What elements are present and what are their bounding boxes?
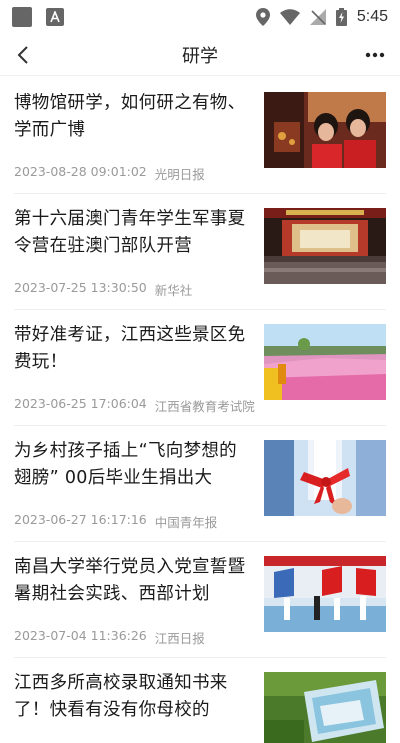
admission-letter-photo [264, 672, 386, 743]
article-title: 第十六届澳门青年学生军事夏令营在驻澳门部队开营 [14, 209, 246, 256]
back-button[interactable] [8, 40, 38, 70]
page-title: 研学 [182, 45, 218, 67]
app-bar: 研学 [0, 34, 400, 76]
article-meta: 2023-06-27 16:17:16 中国青年报 [14, 512, 217, 531]
notification-icon [12, 7, 32, 27]
flag-ceremony-photo [264, 556, 386, 632]
article-title: 博物馆研学，如何研之有物、学而广博 [14, 93, 246, 140]
article-title: 南昌大学举行党员入党宣誓暨暑期社会实践、西部计划 [14, 557, 246, 604]
museum-visit-photo [264, 92, 386, 168]
article-title: 为乡村孩子插上“飞向梦想的翅膀” 00后毕业生捐出大 [14, 441, 237, 488]
more-button[interactable] [360, 40, 390, 70]
article-time: 2023-07-04 11:36:26 [14, 628, 147, 643]
article-meta: 2023-06-25 17:06:04 江西省教育考试院 [14, 396, 255, 415]
battery-charging-icon [335, 8, 347, 26]
article-time: 2023-06-25 17:06:04 [14, 396, 147, 411]
article-item[interactable]: 为乡村孩子插上“飞向梦想的翅膀” 00后毕业生捐出大 2023-06-27 16… [14, 426, 386, 542]
app-notification-icon [46, 8, 64, 26]
article-source: 光明日报 [154, 167, 205, 182]
article-time: 2023-06-27 16:17:16 [14, 512, 147, 527]
article-time: 2023-07-25 13:30:50 [14, 280, 147, 295]
article-meta: 2023-08-28 09:01:02 光明日报 [14, 164, 205, 183]
article-item[interactable]: 博物馆研学，如何研之有物、学而广博 2023-08-28 09:01:02 光明… [14, 78, 386, 194]
article-time: 2023-08-28 09:01:02 [14, 164, 147, 179]
article-source: 江西日报 [154, 631, 205, 646]
article-item[interactable]: 江西多所高校录取通知书来了！快看有没有你母校的 [14, 658, 386, 743]
article-title: 带好准考证，江西这些景区免费玩！ [14, 325, 246, 372]
article-item[interactable]: 带好准考证，江西这些景区免费玩！ 2023-06-25 17:06:04 江西省… [14, 310, 386, 426]
auditorium-stage-photo [264, 208, 386, 284]
article-item[interactable]: 南昌大学举行党员入党宣誓暨暑期社会实践、西部计划 2023-07-04 11:3… [14, 542, 386, 658]
article-source: 新华社 [154, 283, 193, 298]
article-source: 江西省教育考试院 [154, 399, 255, 414]
article-meta: 2023-07-04 11:36:26 江西日报 [14, 628, 205, 647]
flower-field-photo [264, 324, 386, 400]
article-item[interactable]: 第十六届澳门青年学生军事夏令营在驻澳门部队开营 2023-07-25 13:30… [14, 194, 386, 310]
article-source: 中国青年报 [154, 515, 218, 530]
diploma-ribbon-photo [264, 440, 386, 516]
article-meta: 2023-07-25 13:30:50 新华社 [14, 280, 192, 299]
clock: 5:45 [356, 8, 388, 25]
more-dots-icon [365, 52, 385, 58]
wifi-icon [279, 9, 300, 25]
signal-off-icon [309, 9, 326, 25]
location-icon [255, 8, 270, 26]
article-list: 博物馆研学，如何研之有物、学而广博 2023-08-28 09:01:02 光明… [0, 78, 400, 743]
article-title: 江西多所高校录取通知书来了！快看有没有你母校的 [14, 673, 228, 720]
status-bar: 5:45 [0, 0, 400, 34]
chevron-left-icon [17, 46, 28, 64]
